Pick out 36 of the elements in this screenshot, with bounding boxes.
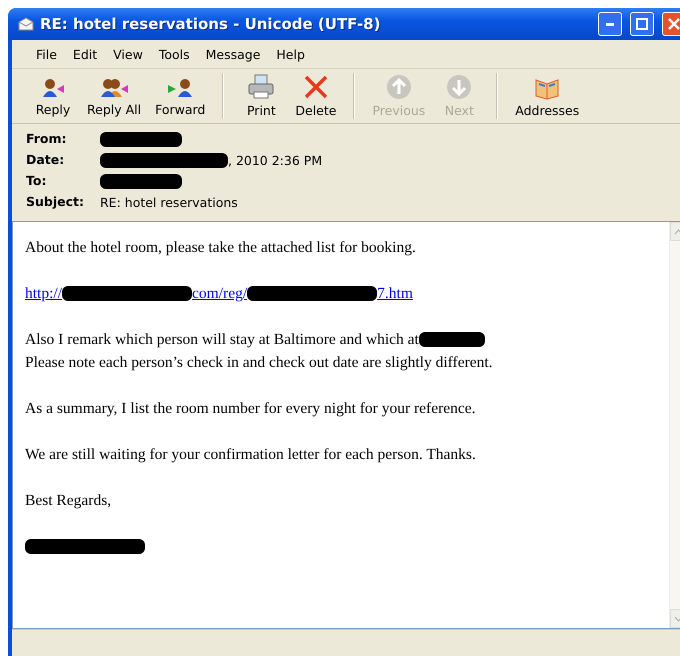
link[interactable]: http:// com/reg/ 7.htm	[25, 284, 413, 302]
maximize-icon	[636, 18, 648, 30]
close-icon	[668, 18, 680, 30]
menu-item[interactable]: File	[30, 44, 63, 64]
header-label: From:	[26, 130, 68, 148]
redaction-bar	[418, 332, 485, 347]
text: Please note each person’s check in and check out date are slightly different.	[25, 354, 493, 372]
text: Also I remark which person will stay at Baltimore and which at	[25, 330, 419, 348]
header-value: RE: hotel reservations	[100, 194, 238, 210]
toolbar-button[interactable]: Delete	[288, 69, 344, 123]
toolbar-button[interactable]: Print	[234, 69, 288, 123]
toolbar-button[interactable]: Addresses	[508, 69, 586, 123]
delete-icon	[302, 74, 329, 100]
text: Best Regards,	[25, 492, 112, 510]
menu-item[interactable]: Message	[200, 44, 266, 64]
close-button[interactable]	[662, 12, 680, 36]
window-title: RE: hotel reservations - Unicode (UTF-8)	[40, 15, 382, 33]
minimize-icon	[606, 22, 614, 26]
menu-item[interactable]: Edit	[66, 44, 104, 64]
maximize-button[interactable]	[630, 12, 654, 36]
printer-icon	[247, 74, 276, 100]
envelope-icon	[18, 17, 34, 31]
header-label: Date:	[26, 151, 66, 169]
header-value: , 2010 2:36 PM	[228, 152, 322, 168]
menu-item[interactable]: Tools	[152, 44, 196, 64]
header-label: Subject:	[26, 193, 85, 211]
toolbar-button[interactable]: Forward	[148, 69, 212, 123]
minimize-button[interactable]	[598, 12, 622, 36]
menu-item[interactable]: View	[107, 44, 149, 64]
toolbar-button[interactable]: Reply	[26, 69, 80, 123]
text: As a summary, I list the room number for every night for your reference.	[25, 400, 476, 418]
text: About the hotel room, please take the attached list for booking.	[25, 238, 416, 256]
menu-item[interactable]: Help	[270, 44, 311, 64]
toolbar-button[interactable]: Reply All	[80, 69, 148, 123]
text: We are still waiting for your confirmation letter for each person. Thanks.	[25, 446, 476, 464]
header-label: To:	[26, 172, 48, 190]
